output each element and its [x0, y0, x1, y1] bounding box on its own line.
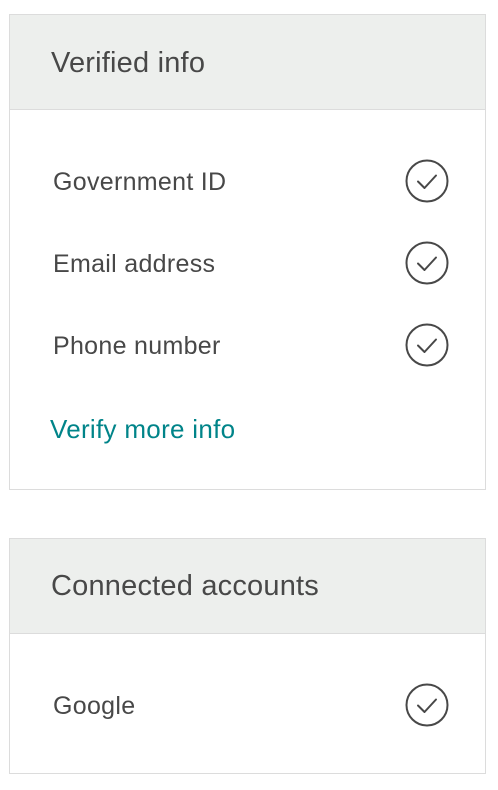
connected-accounts-header: Connected accounts — [10, 539, 485, 634]
verified-item-government-id: Government ID — [10, 159, 485, 203]
check-circle-icon — [405, 241, 449, 285]
verified-item-label: Email address — [53, 250, 216, 278]
check-circle-icon — [405, 683, 449, 727]
check-circle-icon — [405, 323, 449, 367]
verified-info-title: Verified info — [51, 47, 206, 79]
verified-item-email-address: Email address — [10, 241, 485, 285]
verify-more-info-link[interactable]: Verify more info — [50, 413, 235, 445]
verified-item-label: Government ID — [53, 168, 227, 196]
connected-account-google: Google — [10, 683, 485, 727]
verified-item-phone-number: Phone number — [10, 323, 485, 367]
connected-account-label: Google — [53, 692, 136, 720]
connected-accounts-title: Connected accounts — [51, 570, 319, 602]
connected-accounts-panel: Connected accounts Google — [9, 538, 486, 774]
verified-item-label: Phone number — [53, 332, 221, 360]
verified-info-header: Verified info — [10, 15, 485, 110]
check-circle-icon — [405, 159, 449, 203]
verified-info-panel: Verified info Government ID Email addres… — [9, 14, 486, 490]
